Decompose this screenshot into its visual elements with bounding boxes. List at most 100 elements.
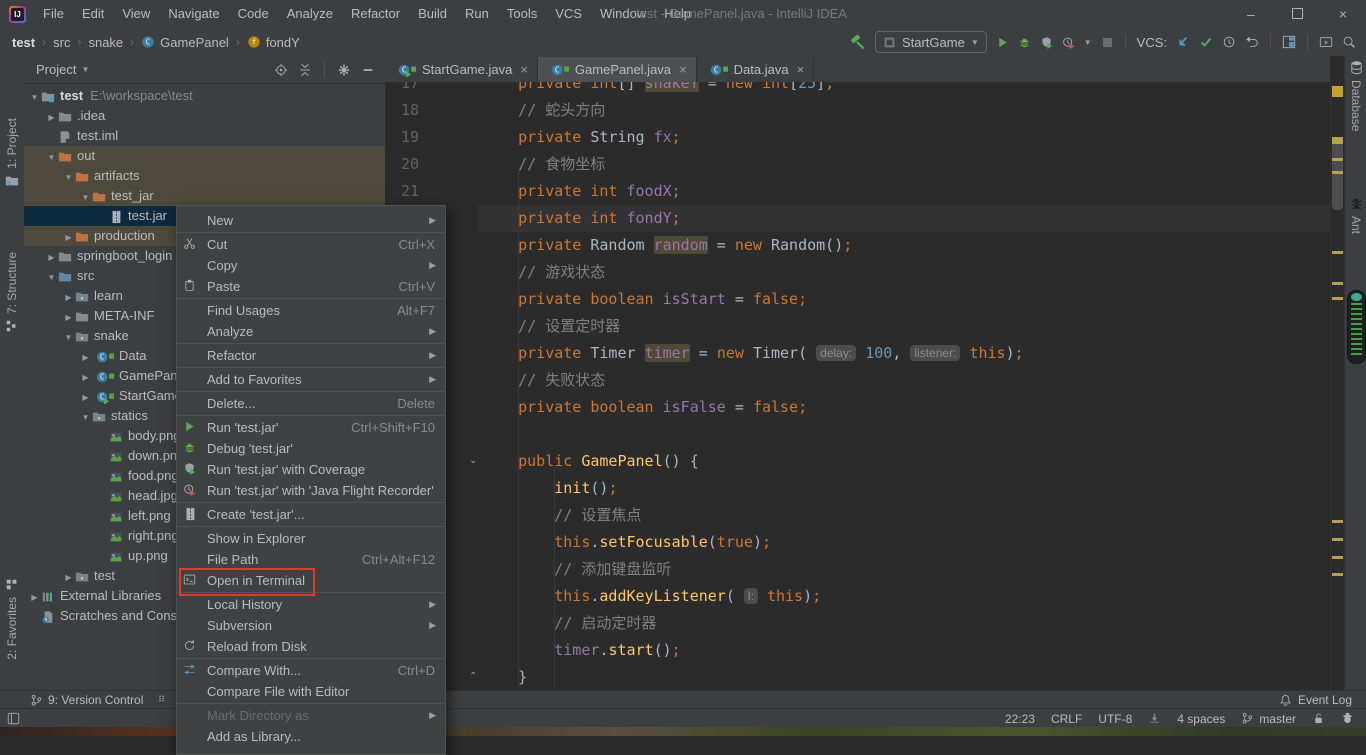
menu-item-run-test-jar-with-coverage[interactable]: Run 'test.jar' with Coverage (177, 459, 445, 480)
close-button[interactable]: × (1320, 0, 1366, 28)
project-panel-title[interactable]: Project (36, 62, 76, 77)
tool-stripe-button-database[interactable]: Database (1345, 60, 1366, 131)
collapse-arrow-icon[interactable]: ▼ (79, 408, 92, 428)
tab-close-icon[interactable]: × (679, 62, 687, 77)
menubar-item-build[interactable]: Build (409, 6, 456, 21)
menubar-item-refactor[interactable]: Refactor (342, 6, 409, 21)
chevron-down-icon[interactable]: ▼ (81, 65, 89, 74)
tool-window-switcher-icon[interactable] (7, 712, 20, 725)
tree-item-out[interactable]: ▼out (24, 146, 386, 166)
menu-item-delete[interactable]: Delete...Delete (177, 393, 445, 414)
menu-item-run-test-jar[interactable]: Run 'test.jar'Ctrl+Shift+F10 (177, 417, 445, 438)
warning-stripe-mark[interactable] (1332, 282, 1343, 285)
menu-item-analyze[interactable]: Analyze▶ (177, 321, 445, 342)
menu-item-compare-with[interactable]: Compare With...Ctrl+D (177, 660, 445, 681)
coverage-icon[interactable] (1040, 36, 1053, 49)
menubar-item-code[interactable]: Code (229, 6, 278, 21)
menu-item-create-test-jar[interactable]: Create 'test.jar'... (177, 504, 445, 525)
expand-arrow-icon[interactable]: ▶ (45, 248, 58, 268)
minimize-panel-icon[interactable] (361, 63, 375, 77)
menubar-item-tools[interactable]: Tools (498, 6, 546, 21)
code-editor[interactable]: 17 private int[] snakeY = new int[25];18… (385, 82, 1330, 690)
menu-item-paste[interactable]: PasteCtrl+V (177, 276, 445, 297)
expand-arrow-icon[interactable]: ▶ (79, 388, 92, 408)
structure-icon[interactable] (1282, 35, 1296, 49)
menu-item-new[interactable]: New▶ (177, 210, 445, 231)
search-icon[interactable] (1342, 35, 1356, 49)
collapse-all-icon[interactable] (298, 63, 312, 77)
menu-item-debug-test-jar[interactable]: Debug 'test.jar' (177, 438, 445, 459)
menubar-item-view[interactable]: View (113, 6, 159, 21)
menubar-item-analyze[interactable]: Analyze (278, 6, 342, 21)
status-widget-4-spaces[interactable]: 4 spaces (1177, 712, 1225, 726)
editor-scrollbar-thumb[interactable] (1332, 140, 1343, 210)
tree-item-test-jar[interactable]: ▼test_jar (24, 186, 386, 206)
expand-arrow-icon[interactable]: ▶ (62, 228, 75, 248)
expand-arrow-icon[interactable]: ▶ (62, 308, 75, 328)
menubar-item-navigate[interactable]: Navigate (159, 6, 228, 21)
menu-item-run-test-jar-with-java-flight-recorder[interactable]: Run 'test.jar' with 'Java Flight Recorde… (177, 480, 445, 501)
menu-item-local-history[interactable]: Local History▶ (177, 594, 445, 615)
fold-marker-icon[interactable]: ⌃ (469, 672, 477, 682)
status-widget-22-23[interactable]: 22:23 (1005, 712, 1035, 726)
expand-arrow-icon[interactable]: ▶ (79, 348, 92, 368)
debug-icon[interactable] (1018, 36, 1031, 49)
tree-item-test-iml[interactable]: test.iml (24, 126, 386, 146)
warning-stripe-mark[interactable] (1332, 538, 1343, 541)
hammer-icon[interactable] (850, 34, 866, 50)
minimize-button[interactable]: – (1228, 0, 1274, 28)
run-icon[interactable] (996, 36, 1009, 49)
run-configuration-selector[interactable]: StartGame▼ (875, 31, 987, 53)
menu-item-file-path[interactable]: File PathCtrl+Alt+F12 (177, 549, 445, 570)
breadcrumb-item-src[interactable]: src (53, 35, 70, 50)
check-icon[interactable] (1199, 35, 1213, 49)
status-widget-download[interactable] (1148, 712, 1161, 725)
menu-item-open-in-terminal[interactable]: Open in Terminal (177, 570, 445, 591)
collapse-arrow-icon[interactable]: ▼ (45, 148, 58, 168)
status-widget-unlock[interactable] (1312, 712, 1325, 725)
collapse-arrow-icon[interactable]: ▼ (62, 168, 75, 188)
editor-tab-gamepanel-java[interactable]: CGamePanel.java× (538, 57, 697, 82)
fold-marker-icon[interactable]: ⌄ (469, 456, 477, 466)
tool-stripe-button-1-project[interactable]: 1: Project (0, 118, 24, 188)
menu-item-find-usages[interactable]: Find UsagesAlt+F7 (177, 300, 445, 321)
warning-stripe-mark[interactable] (1332, 171, 1343, 174)
breadcrumb-item-gamepanel[interactable]: CGamePanel (141, 35, 229, 50)
version-control-tool-button[interactable]: 9: Version Control (30, 693, 143, 707)
tv-play-icon[interactable] (1319, 35, 1333, 49)
event-log-button[interactable]: Event Log (1279, 693, 1366, 707)
menu-item-mark-directory-as[interactable]: Mark Directory as▶ (177, 705, 445, 726)
tool-stripe-button-ant[interactable]: Ant (1345, 196, 1366, 234)
menu-item-reload-from-disk[interactable]: Reload from Disk (177, 636, 445, 657)
breadcrumb-item-test[interactable]: test (12, 35, 35, 50)
target-icon[interactable] (274, 63, 288, 77)
gear-icon[interactable] (337, 63, 351, 77)
tool-stripe-button-2-favorites[interactable]: 2: Favorites (0, 578, 24, 660)
status-widget-master[interactable]: master (1241, 712, 1296, 726)
maximize-button[interactable] (1274, 0, 1320, 28)
menu-item-copy[interactable]: Copy▶ (177, 255, 445, 276)
expand-arrow-icon[interactable]: ▶ (62, 568, 75, 588)
vcs-update-icon[interactable] (1176, 35, 1190, 49)
menu-item-refactor[interactable]: Refactor▶ (177, 345, 445, 366)
editor-tab-startgame-java[interactable]: CStartGame.java× (385, 57, 538, 82)
warning-stripe-mark[interactable] (1332, 158, 1343, 161)
warning-stripe-mark[interactable] (1332, 141, 1343, 144)
status-widget-crlf[interactable]: CRLF (1051, 712, 1082, 726)
collapse-arrow-icon[interactable]: ▼ (79, 188, 92, 208)
profiler-icon[interactable] (1062, 36, 1075, 49)
warning-stripe-mark[interactable] (1332, 573, 1343, 576)
breadcrumb-item-fondy[interactable]: ffondY (247, 35, 300, 50)
collapse-arrow-icon[interactable]: ▼ (62, 328, 75, 348)
collapse-arrow-icon[interactable]: ▼ (28, 88, 41, 108)
menu-item-add-as-library[interactable]: Add as Library... (177, 726, 445, 747)
inspection-status-square[interactable] (1332, 86, 1343, 97)
tab-close-icon[interactable]: × (520, 62, 528, 77)
menu-item-subversion[interactable]: Subversion▶ (177, 615, 445, 636)
editor-tab-data-java[interactable]: CData.java× (697, 57, 815, 82)
breadcrumb-item-snake[interactable]: snake (88, 35, 123, 50)
stop-icon[interactable] (1101, 36, 1114, 49)
rollback-icon[interactable] (1245, 35, 1259, 49)
status-widget-utf-8[interactable]: UTF-8 (1098, 712, 1132, 726)
menu-item-add-to-favorites[interactable]: Add to Favorites▶ (177, 369, 445, 390)
